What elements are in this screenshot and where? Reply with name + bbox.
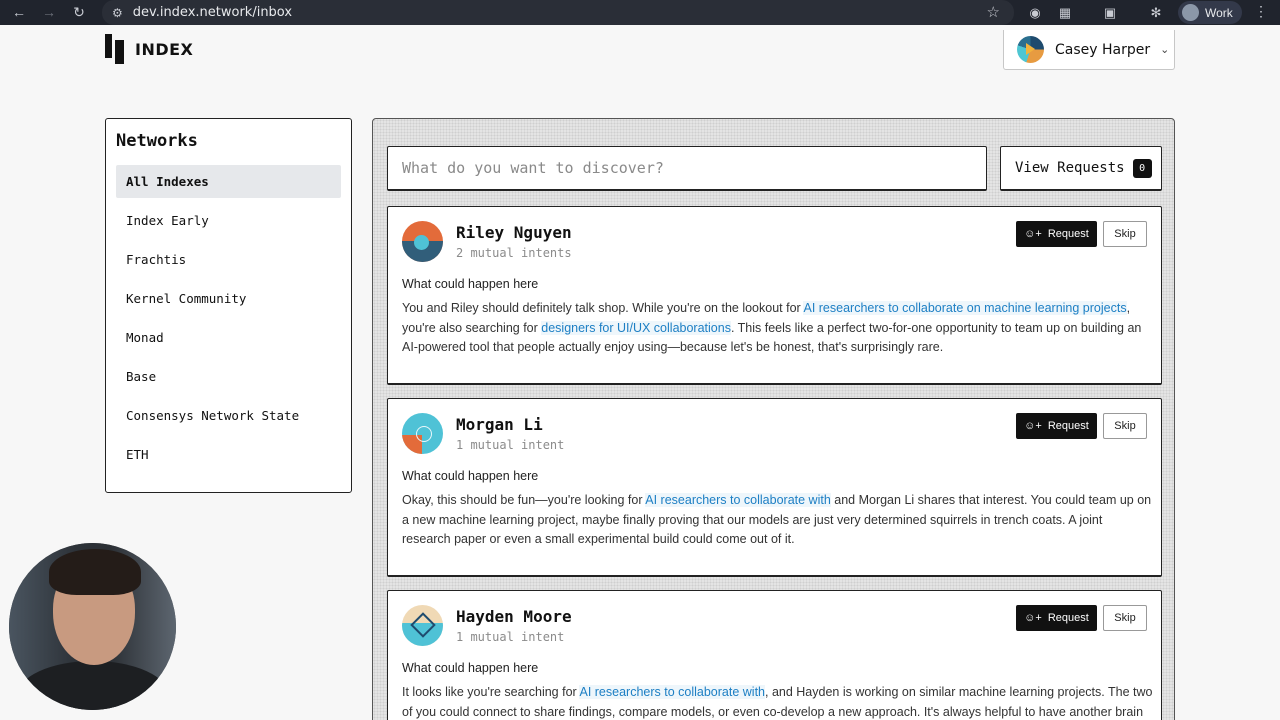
desc-text: Okay, this should be fun—you're looking … bbox=[402, 493, 646, 507]
add-user-icon: ☺+ bbox=[1024, 228, 1042, 240]
intent-link[interactable]: designers for UI/UX collaborations bbox=[541, 320, 731, 335]
chevron-down-icon: ⌄ bbox=[1160, 44, 1170, 56]
discover-search-input[interactable] bbox=[402, 159, 986, 177]
what-could-happen-heading: What could happen here bbox=[402, 277, 539, 291]
add-user-icon: ☺+ bbox=[1024, 420, 1042, 432]
request-button[interactable]: ☺+ Request bbox=[1016, 221, 1097, 247]
what-could-happen-heading: What could happen here bbox=[402, 469, 539, 483]
presenter-hair bbox=[49, 549, 141, 595]
back-icon[interactable]: ← bbox=[4, 4, 34, 20]
match-card: Riley Nguyen 2 mutual intents ☺+ Request… bbox=[387, 206, 1162, 385]
match-card: Morgan Li 1 mutual intent ☺+ Request Ski… bbox=[387, 398, 1162, 577]
forward-icon[interactable]: → bbox=[34, 4, 64, 20]
match-card: Hayden Moore 1 mutual intent ☺+ Request … bbox=[387, 590, 1162, 720]
requests-count-badge: 0 bbox=[1132, 158, 1152, 178]
view-requests-button[interactable]: View Requests 0 bbox=[1000, 146, 1162, 191]
skip-button[interactable]: Skip bbox=[1103, 221, 1147, 247]
sidebar-item-kernel-community[interactable]: Kernel Community bbox=[116, 282, 341, 315]
url-text[interactable]: dev.index.network/inbox bbox=[133, 5, 292, 20]
intent-link[interactable]: AI researchers to collaborate with bbox=[579, 685, 765, 699]
bookmark-star-icon[interactable]: ☆ bbox=[987, 3, 1000, 21]
profile-name: Work bbox=[1205, 5, 1233, 20]
skip-button[interactable]: Skip bbox=[1103, 413, 1147, 439]
hayden-avatar bbox=[402, 605, 443, 646]
request-label: Request bbox=[1047, 420, 1089, 432]
request-button[interactable]: ☺+ Request bbox=[1016, 413, 1097, 439]
discover-panel: View Requests 0 Riley Nguyen 2 mutual in… bbox=[372, 118, 1175, 720]
match-description: You and Riley should definitely talk sho… bbox=[402, 299, 1154, 358]
profile-chip[interactable]: Work bbox=[1178, 1, 1242, 24]
request-button[interactable]: ☺+ Request bbox=[1016, 605, 1097, 631]
webcam-overlay bbox=[9, 543, 176, 710]
sidebar-item-base[interactable]: Base bbox=[116, 360, 341, 393]
request-label: Request bbox=[1047, 228, 1089, 240]
match-name: Riley Nguyen bbox=[456, 223, 572, 242]
networks-sidebar: Networks All Indexes Index Early Frachti… bbox=[105, 118, 352, 493]
user-name: Casey Harper bbox=[1055, 41, 1151, 58]
extension-1-icon[interactable]: ◉ bbox=[1026, 4, 1044, 22]
mutual-intents-count: 2 mutual intents bbox=[456, 246, 572, 260]
user-avatar bbox=[1017, 36, 1044, 63]
mutual-intents-count: 1 mutual intent bbox=[456, 438, 565, 452]
screen-search-icon[interactable]: ▣ bbox=[1101, 4, 1119, 22]
desc-text: It looks like you're searching for bbox=[402, 685, 580, 699]
match-name: Hayden Moore bbox=[456, 607, 572, 626]
intent-link[interactable]: AI researchers to collaborate on machine… bbox=[803, 301, 1127, 315]
add-user-icon: ☺+ bbox=[1024, 612, 1042, 624]
match-description: Okay, this should be fun—you're looking … bbox=[402, 491, 1154, 550]
logo-text: INDEX bbox=[135, 39, 194, 59]
sidebar-item-monad[interactable]: Monad bbox=[116, 321, 341, 354]
sidebar-item-consensys-network-state[interactable]: Consensys Network State bbox=[116, 399, 341, 432]
request-label: Request bbox=[1047, 612, 1089, 624]
what-could-happen-heading: What could happen here bbox=[402, 661, 539, 675]
kebab-menu-icon[interactable]: ⋮ bbox=[1254, 3, 1268, 20]
sidebar-item-index-early[interactable]: Index Early bbox=[116, 204, 341, 237]
site-info-icon[interactable]: ⚙ bbox=[112, 6, 123, 20]
index-logo[interactable]: INDEX bbox=[105, 34, 193, 64]
mutual-intents-count: 1 mutual intent bbox=[456, 630, 565, 644]
match-description: It looks like you're searching for AI re… bbox=[402, 683, 1154, 720]
sidebar-item-eth[interactable]: ETH bbox=[116, 438, 341, 471]
extensions-puzzle-icon[interactable]: ▦ bbox=[1056, 4, 1074, 22]
morgan-avatar bbox=[402, 413, 443, 454]
skip-button[interactable]: Skip bbox=[1103, 605, 1147, 631]
discover-search[interactable] bbox=[387, 146, 987, 191]
match-name: Morgan Li bbox=[456, 415, 543, 434]
sidebar-item-frachtis[interactable]: Frachtis bbox=[116, 243, 341, 276]
view-requests-label: View Requests bbox=[1015, 160, 1125, 176]
riley-avatar bbox=[402, 221, 443, 262]
user-menu-button[interactable]: Casey Harper ⌄ bbox=[1003, 30, 1175, 70]
profile-avatar bbox=[1182, 4, 1199, 21]
sidebar-title: Networks bbox=[116, 131, 198, 151]
browser-toolbar: ← → ↻ ⚙ dev.index.network/inbox ☆ ◉ ▦ ▣ … bbox=[0, 0, 1280, 25]
ai-assistant-icon[interactable]: ✻ bbox=[1147, 4, 1165, 22]
address-bar[interactable]: ⚙ dev.index.network/inbox ☆ bbox=[102, 0, 1014, 25]
intent-link[interactable]: AI researchers to collaborate with bbox=[645, 493, 831, 507]
logo-mark-icon bbox=[105, 34, 124, 64]
reload-icon[interactable]: ↻ bbox=[64, 4, 94, 21]
desc-text: You and Riley should definitely talk sho… bbox=[402, 301, 804, 315]
sidebar-item-all-indexes[interactable]: All Indexes bbox=[116, 165, 341, 198]
